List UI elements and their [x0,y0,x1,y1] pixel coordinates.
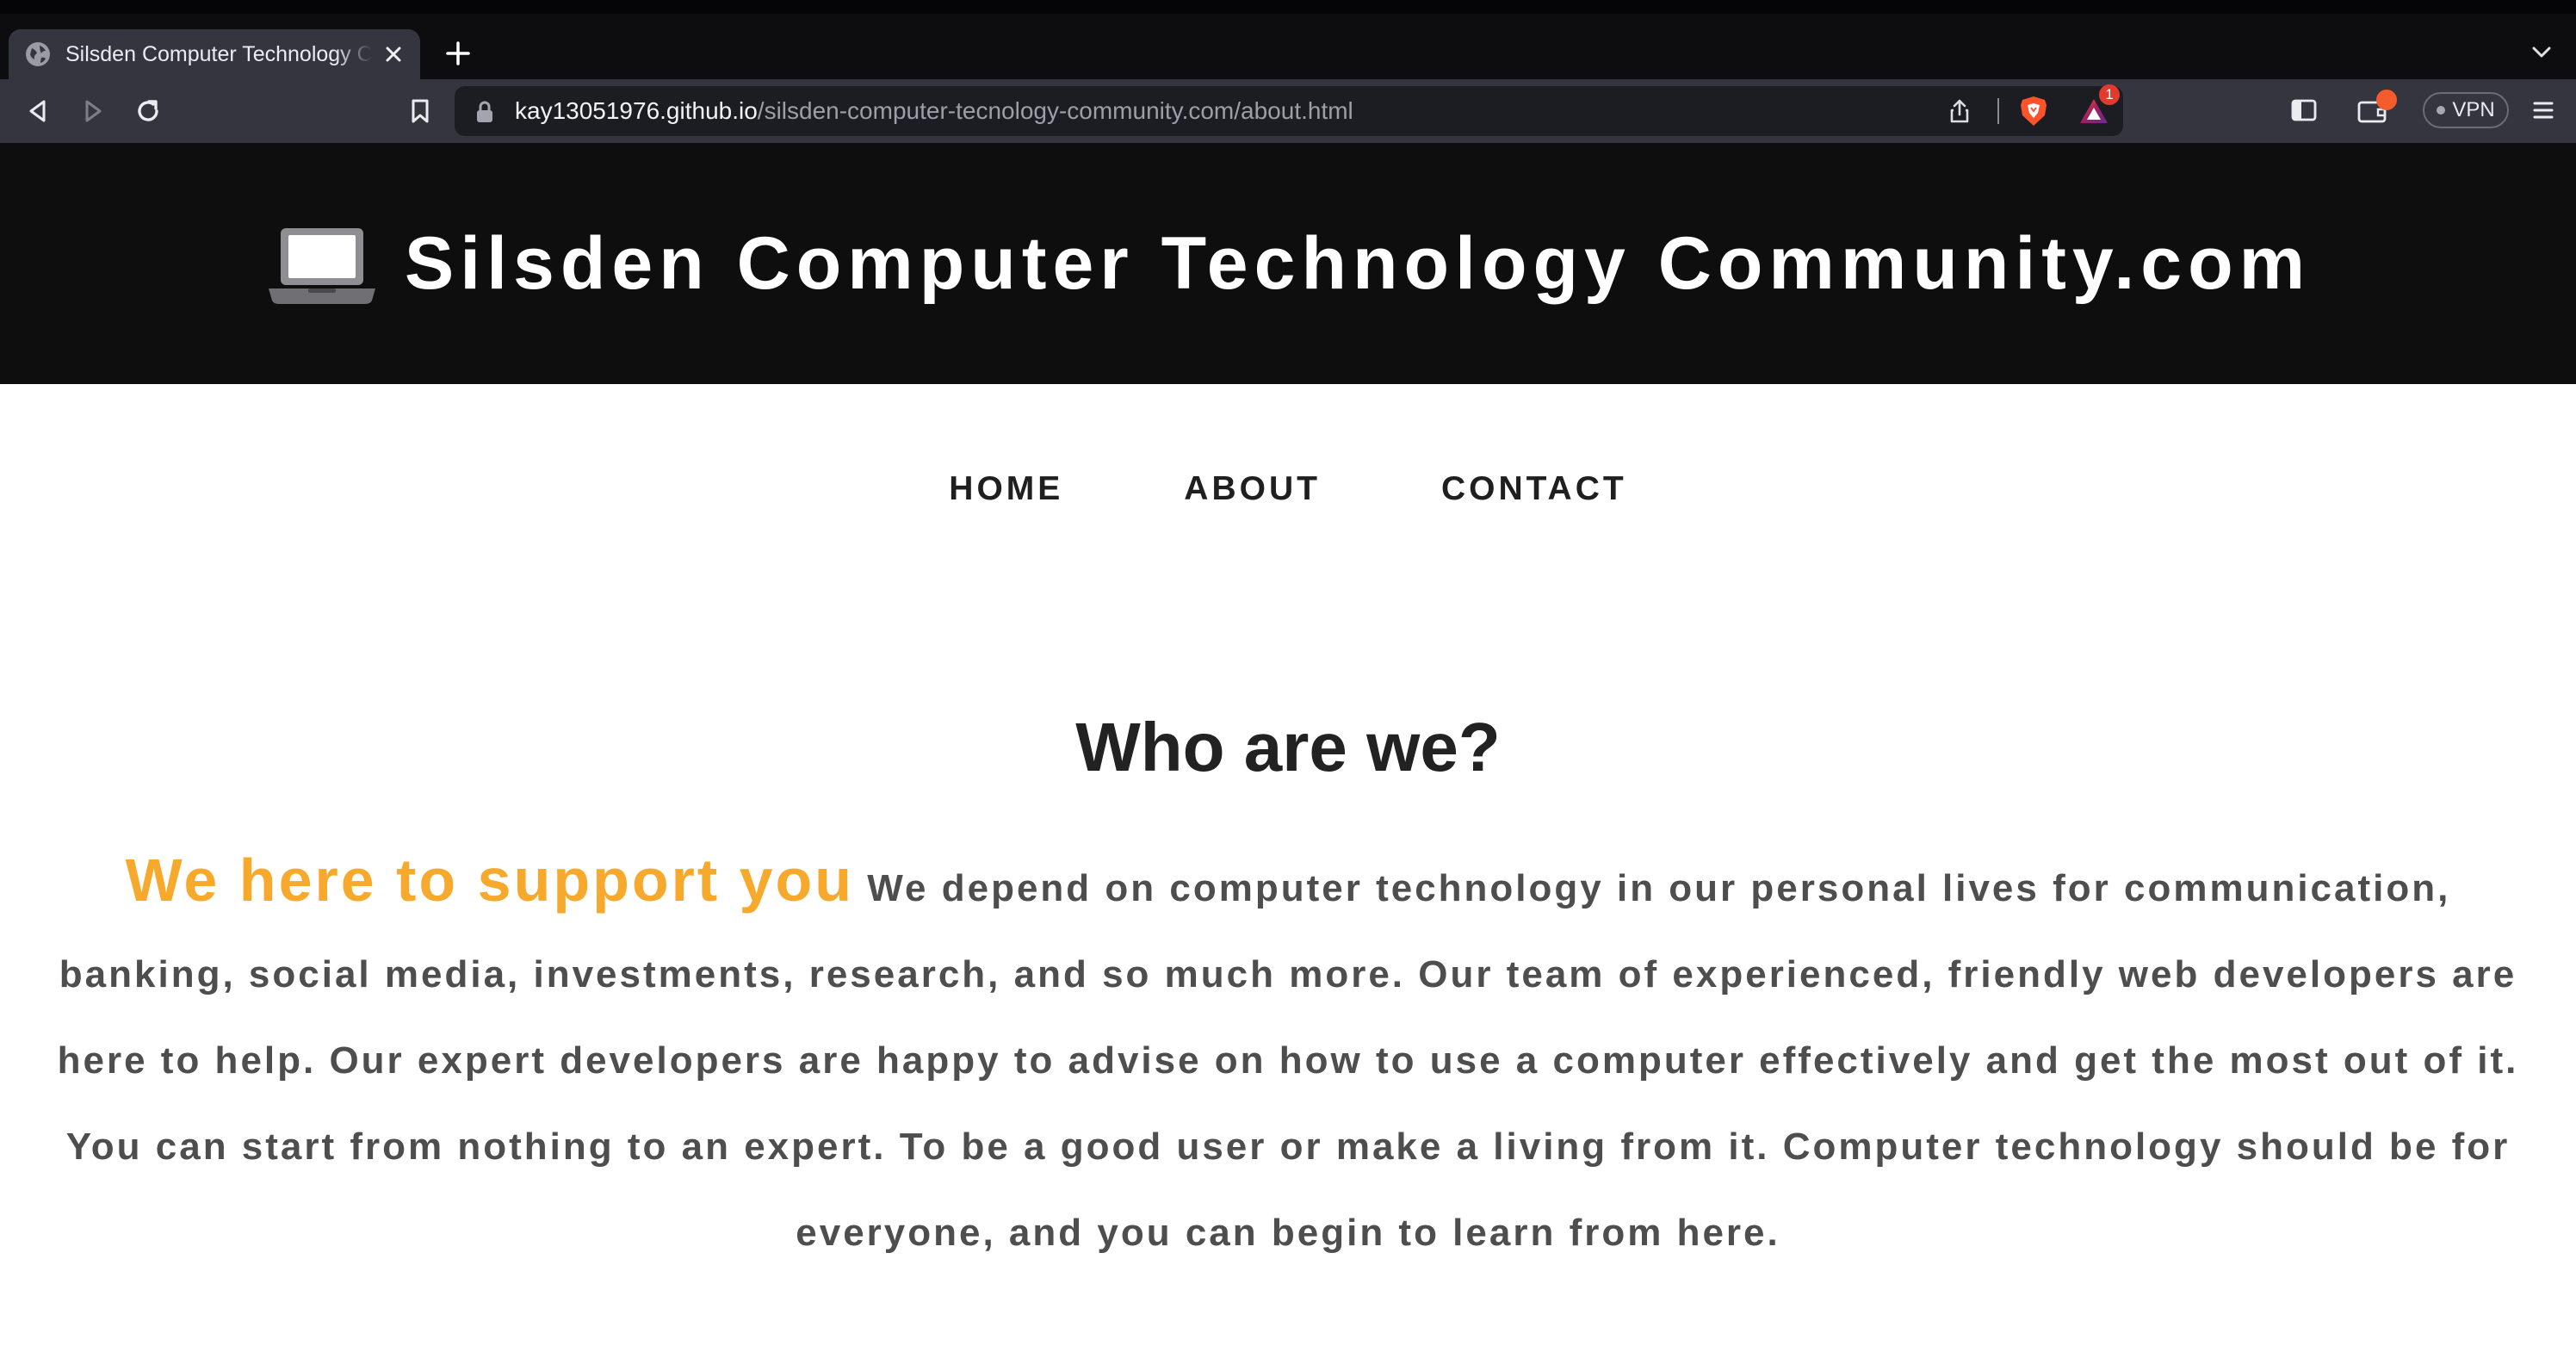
plus-icon[interactable] [443,38,474,69]
site-title: Silsden Computer Technology Community.co… [404,221,2312,305]
tab-title: Silsden Computer Technology Community.co… [65,41,372,66]
back-icon[interactable] [21,94,55,128]
share-icon[interactable] [1946,97,1973,125]
about-paragraph: We here to support you We depend on comp… [38,837,2538,1276]
vpn-button[interactable]: VPN [2423,92,2509,128]
highlight-text: We here to support you [125,847,855,914]
nav-home[interactable]: HOME [949,470,1063,508]
nav-contact[interactable]: CONTACT [1441,470,1627,508]
nav-about[interactable]: ABOUT [1184,470,1321,508]
vpn-label: VPN [2452,98,2495,121]
menu-icon[interactable] [2526,93,2561,127]
chevron-down-icon[interactable] [2528,41,2555,64]
globe-icon [26,42,50,66]
close-icon[interactable] [381,41,406,67]
lock-icon[interactable] [475,101,494,123]
reload-icon[interactable] [131,94,165,128]
tab-strip: Silsden Computer Technology Community.co… [0,0,2576,79]
url-text[interactable]: kay13051976.github.io/silsden-computer-t… [515,97,1353,125]
laptop-icon [268,228,375,304]
page-heading: Who are we? [1075,709,1501,785]
active-tab[interactable]: Silsden Computer Technology Community.co… [9,29,420,79]
url-host: kay13051976.github.io [515,97,758,124]
about-body-text: We depend on computer technology in our … [57,867,2519,1254]
url-separator [1997,98,1999,124]
wallet-notification-dot [2376,90,2397,110]
site-header: Silsden Computer Technology Community.co… [0,143,2576,384]
browser-window: Silsden Computer Technology Community.co… [0,0,2576,1352]
bookmark-icon[interactable] [403,94,437,128]
brave-shields-icon[interactable] [2018,95,2049,127]
url-path: /silsden-computer-tecnology-community.co… [757,97,1353,124]
sidebar-icon[interactable] [2287,93,2321,127]
address-bar[interactable]: kay13051976.github.io/silsden-computer-t… [455,86,2123,136]
rewards-count-badge: 1 [2099,84,2120,105]
forward-icon[interactable] [76,94,110,128]
window-top-edge [0,0,2576,14]
main-nav: HOME ABOUT CONTACT [0,470,2576,508]
browser-toolbar: kay13051976.github.io/silsden-computer-t… [0,79,2576,143]
vpn-status-dot [2437,106,2446,115]
